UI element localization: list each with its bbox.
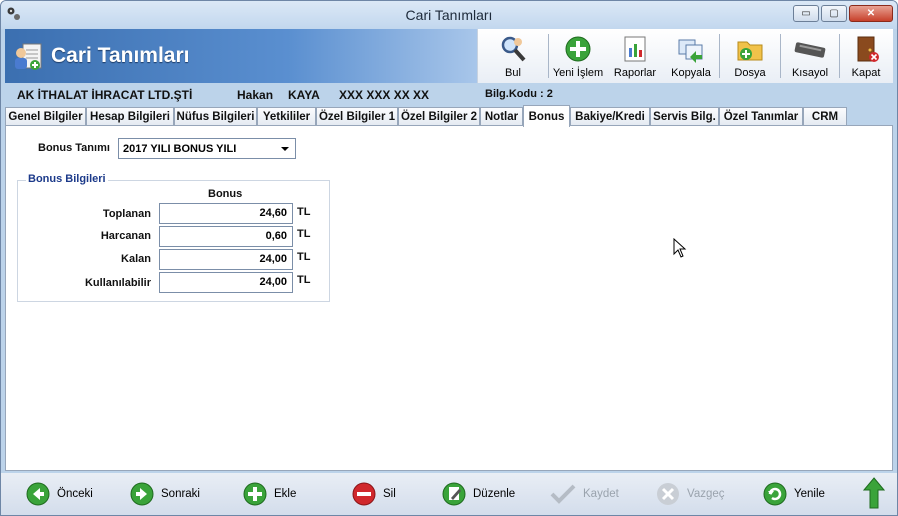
save-button[interactable]: Kaydet bbox=[549, 479, 619, 509]
window-title: Cari Tanımları bbox=[405, 7, 493, 23]
cancel-button[interactable]: Vazgeç bbox=[655, 479, 725, 509]
info-code: Bilg.Kodu : 2 bbox=[485, 88, 553, 100]
plus-circle-icon bbox=[565, 36, 591, 62]
tab-ozel-tanimlar[interactable]: Özel Tanımlar bbox=[719, 107, 803, 126]
tab-crm[interactable]: CRM bbox=[803, 107, 847, 126]
tab-bar: Genel Bilgiler Hesap Bilgileri Nüfus Bil… bbox=[5, 105, 893, 127]
bonus-definition-label: Bonus Tanımı bbox=[38, 142, 110, 154]
folder-icon bbox=[737, 41, 763, 61]
chevron-down-icon[interactable] bbox=[281, 147, 289, 151]
search-icon bbox=[501, 36, 526, 62]
toolbar: Bul Yeni İşlem Raporlar Kopyala Dosya Kı… bbox=[477, 29, 893, 83]
close-window-button[interactable]: Kapat bbox=[840, 29, 892, 83]
accounts-icon bbox=[15, 43, 42, 70]
bonus-definition-select[interactable]: 2017 YILI BONUS YILI bbox=[118, 138, 296, 159]
contact-first-name: Hakan bbox=[237, 88, 274, 102]
tab-content-bonus: Bonus Tanımı 2017 YILI BONUS YILI Bonus … bbox=[5, 125, 893, 471]
close-button[interactable]: ✕ bbox=[849, 5, 893, 22]
reports-button[interactable]: Raporlar bbox=[607, 29, 663, 83]
arrow-up-icon[interactable] bbox=[863, 477, 885, 509]
tab-hesap-bilgileri[interactable]: Hesap Bilgileri bbox=[86, 107, 174, 126]
add-button[interactable]: Ekle bbox=[242, 479, 296, 509]
toplanan-unit: TL bbox=[297, 206, 311, 218]
tab-nufus-bilgileri[interactable]: Nüfus Bilgileri bbox=[174, 107, 257, 126]
plus-icon bbox=[243, 482, 267, 506]
kalan-field[interactable]: 24,00 bbox=[159, 249, 293, 270]
record-info-bar: AK İTHALAT İHRACAT LTD.ŞTİ Hakan KAYA XX… bbox=[5, 85, 893, 105]
minimize-button[interactable]: ▭ bbox=[793, 5, 819, 22]
exit-door-icon bbox=[857, 36, 879, 62]
mouse-cursor-icon bbox=[673, 238, 687, 258]
maximize-button[interactable]: ▢ bbox=[821, 5, 847, 22]
contact-last-name: KAYA bbox=[288, 88, 320, 102]
toplanan-label: Toplanan bbox=[102, 208, 151, 220]
tab-ozel-bilgiler-2[interactable]: Özel Bilgiler 2 bbox=[398, 107, 480, 126]
group-title: Bonus Bilgileri bbox=[26, 173, 108, 185]
app-icon bbox=[7, 7, 20, 20]
new-transaction-button[interactable]: Yeni İşlem bbox=[549, 29, 607, 83]
refresh-button[interactable]: Yenile bbox=[762, 479, 825, 509]
copy-button[interactable]: Kopyala bbox=[663, 29, 719, 83]
bonus-column-header: Bonus bbox=[208, 188, 243, 200]
checkmark-icon bbox=[550, 484, 576, 504]
arrow-right-icon bbox=[130, 482, 154, 506]
main-window: Cari Tanımları ▭ ▢ ✕ Cari Tanımları Bul bbox=[0, 0, 898, 516]
kalan-unit: TL bbox=[297, 251, 311, 263]
file-button[interactable]: Dosya bbox=[720, 29, 780, 83]
phone-number: XXX XXX XX XX bbox=[339, 88, 430, 102]
delete-button[interactable]: Sil bbox=[351, 479, 396, 509]
kullanilabilir-label: Kullanılabilir bbox=[84, 277, 151, 289]
tab-ozel-bilgiler-1[interactable]: Özel Bilgiler 1 bbox=[316, 107, 398, 126]
keyboard-icon bbox=[794, 42, 826, 58]
tab-yetkililer[interactable]: Yetkililer bbox=[257, 107, 316, 126]
harcanan-label: Harcanan bbox=[100, 230, 151, 242]
bonus-info-group: Bonus Bilgileri Bonus Toplanan 24,60 TL … bbox=[17, 173, 330, 302]
find-button[interactable]: Bul bbox=[478, 29, 548, 83]
bottom-action-bar: Önceki Sonraki Ekle Sil Düzenle Kaydet V… bbox=[1, 473, 897, 515]
minus-icon bbox=[352, 482, 376, 506]
tab-servis-bilg[interactable]: Servis Bilg. bbox=[650, 107, 719, 126]
toplanan-field[interactable]: 24,60 bbox=[159, 203, 293, 224]
report-icon bbox=[624, 36, 646, 62]
header: Cari Tanımları Bul Yeni İşlem Raporlar K… bbox=[5, 29, 893, 83]
kalan-label: Kalan bbox=[121, 253, 151, 265]
copy-icon bbox=[678, 39, 703, 63]
tab-notlar[interactable]: Notlar bbox=[480, 107, 523, 126]
harcanan-field[interactable]: 0,60 bbox=[159, 226, 293, 247]
cancel-icon bbox=[657, 483, 679, 505]
edit-icon bbox=[442, 482, 466, 506]
banner-title: Cari Tanımları bbox=[51, 44, 190, 67]
arrow-left-icon bbox=[26, 482, 50, 506]
kullanilabilir-field[interactable]: 24,00 bbox=[159, 272, 293, 293]
previous-button[interactable]: Önceki bbox=[25, 479, 93, 509]
banner: Cari Tanımları bbox=[5, 29, 477, 83]
tab-bakiye-kredi[interactable]: Bakiye/Kredi bbox=[570, 107, 650, 126]
kullanilabilir-unit: TL bbox=[297, 274, 311, 286]
harcanan-unit: TL bbox=[297, 228, 311, 240]
next-button[interactable]: Sonraki bbox=[129, 479, 200, 509]
shortcut-button[interactable]: Kısayol bbox=[781, 29, 839, 83]
tab-genel-bilgiler[interactable]: Genel Bilgiler bbox=[5, 107, 86, 126]
title-bar[interactable]: Cari Tanımları ▭ ▢ ✕ bbox=[1, 1, 897, 29]
refresh-icon bbox=[763, 482, 787, 506]
tab-bonus[interactable]: Bonus bbox=[523, 105, 570, 127]
company-name: AK İTHALAT İHRACAT LTD.ŞTİ bbox=[17, 88, 193, 102]
edit-button[interactable]: Düzenle bbox=[441, 479, 515, 509]
